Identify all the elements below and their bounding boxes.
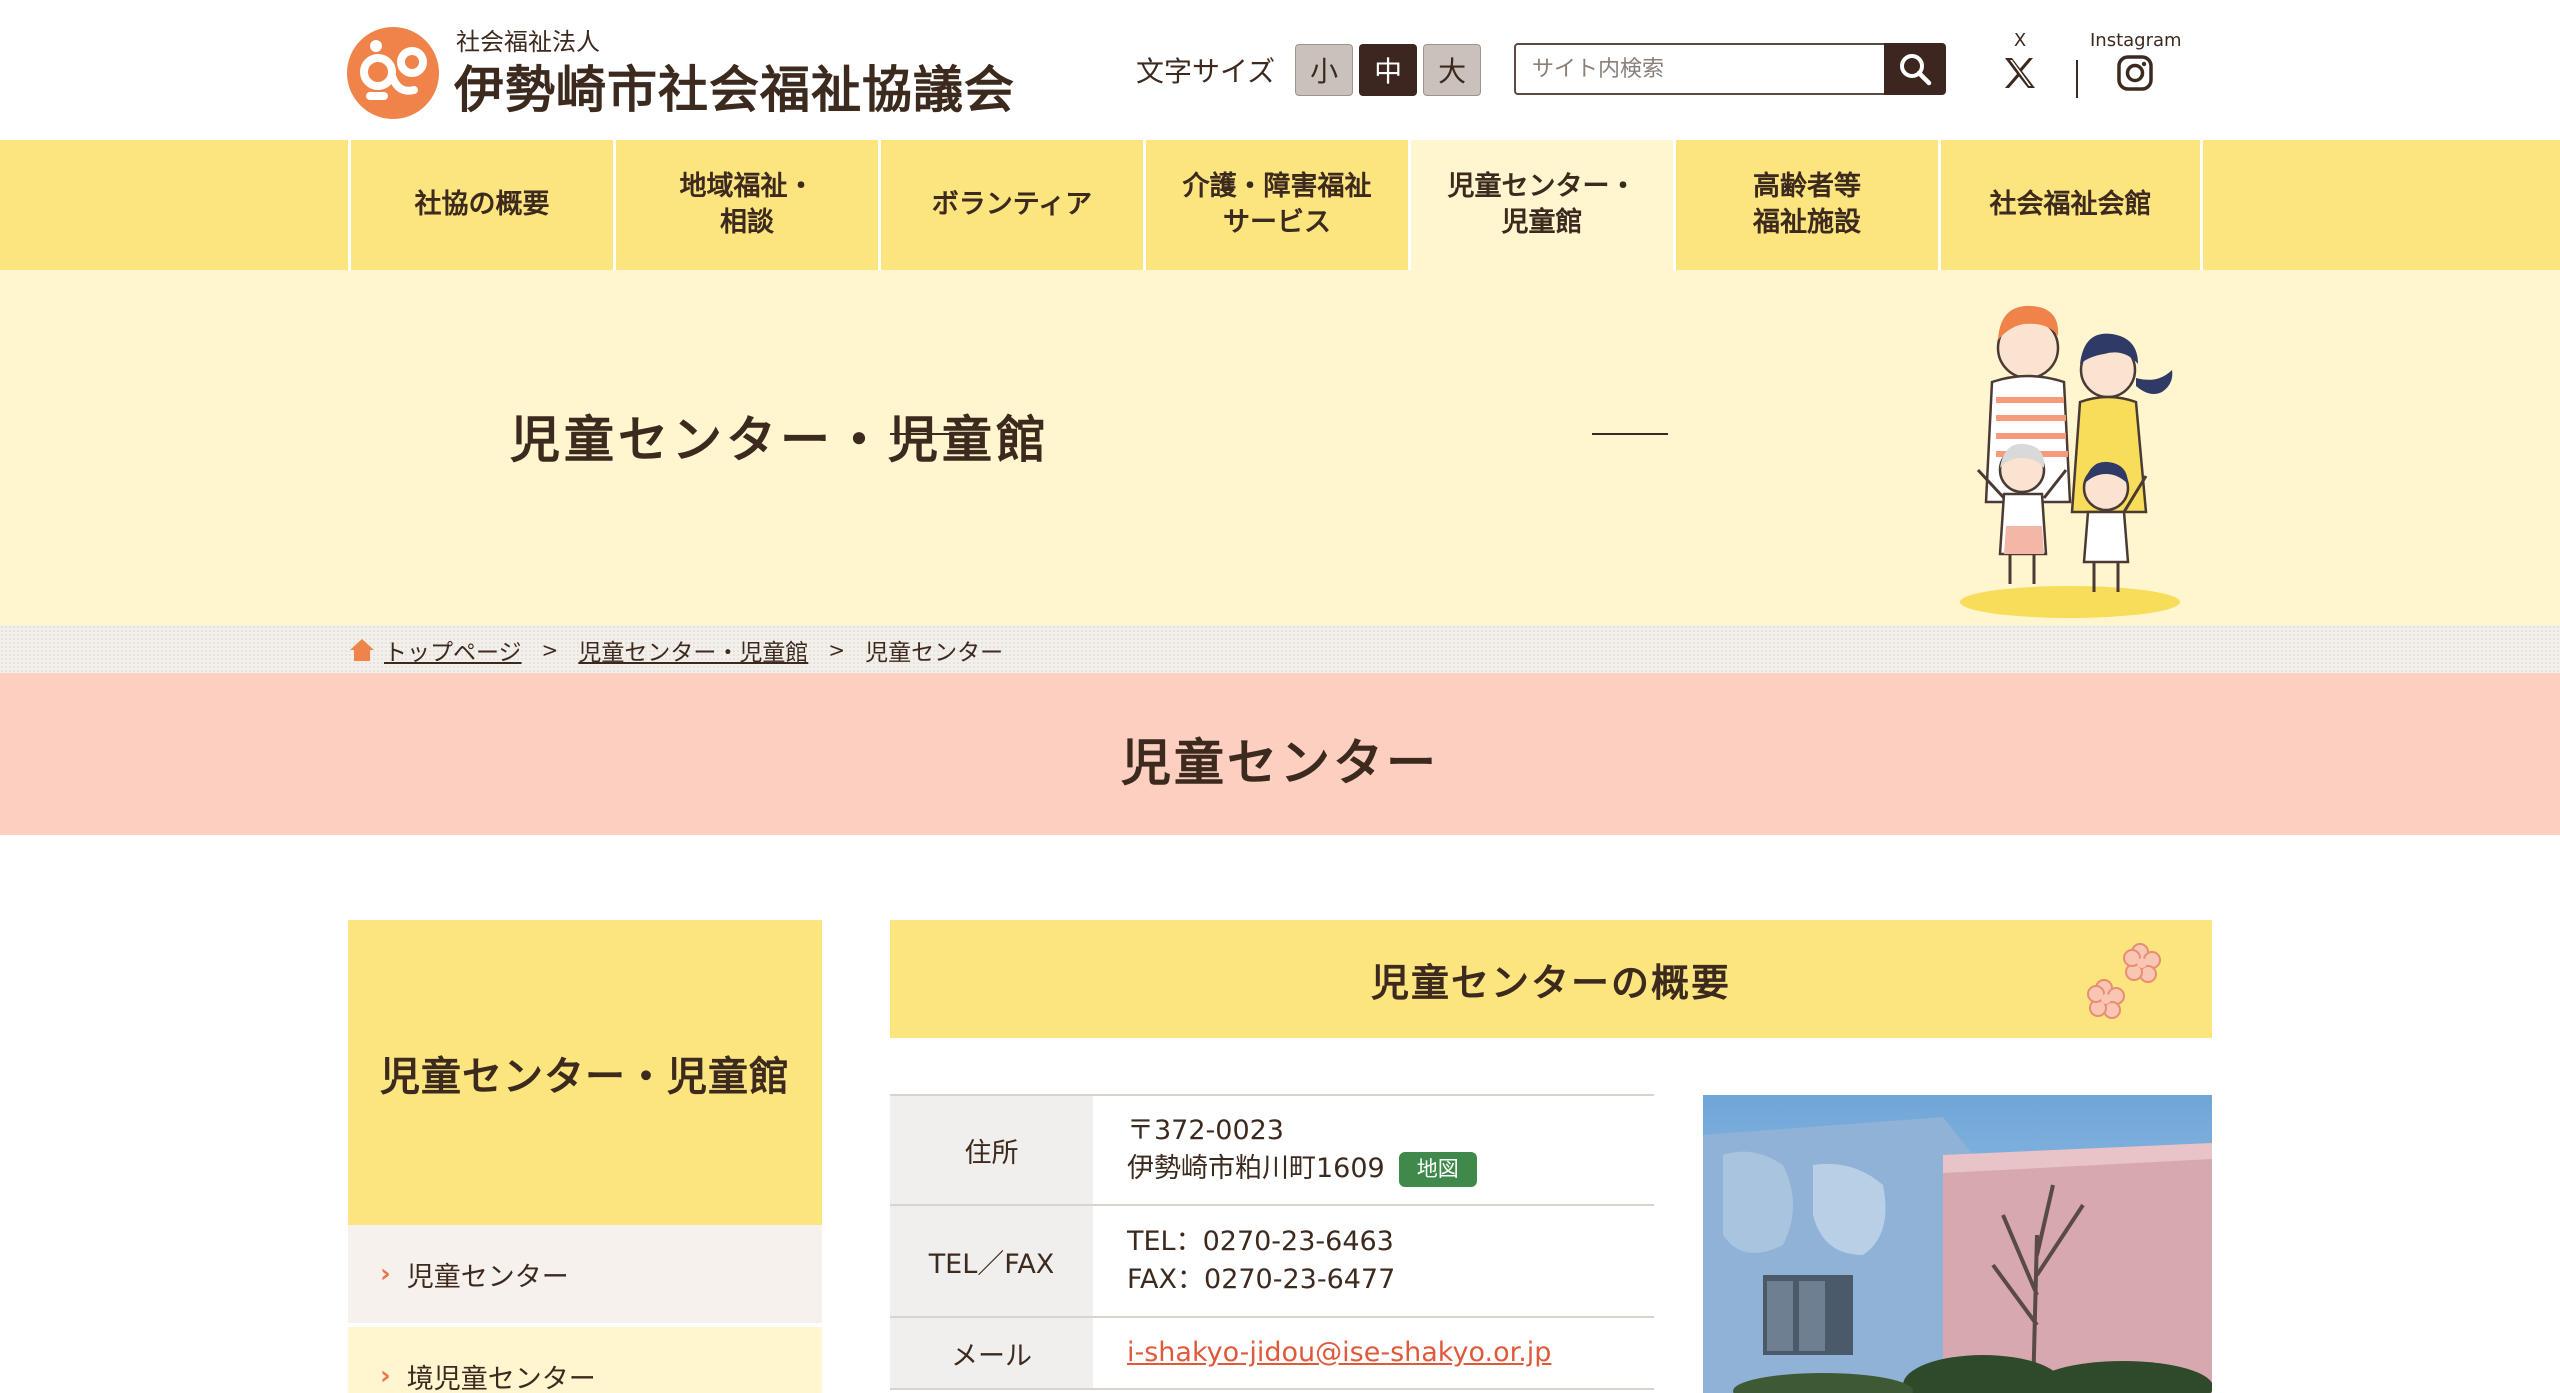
nav-item-elderly-facilities[interactable]: 高齢者等 福祉施設 (1673, 140, 1938, 270)
table-row: メール i-shakyo-jidou@ise-shakyo.or.jp (890, 1317, 1654, 1389)
address-text: 伊勢崎市粕川町1609 (1127, 1153, 1385, 1184)
nav-item-volunteer[interactable]: ボランティア (878, 140, 1143, 270)
search-button[interactable] (1884, 43, 1946, 95)
hero-title: 児童センター・児童館 (510, 411, 1050, 469)
flower-decoration-icon (2087, 943, 2161, 1019)
font-size-label: 文字サイズ (1136, 55, 1276, 88)
font-size-small-button[interactable]: 小 (1295, 44, 1354, 96)
instagram-link[interactable]: Instagram (2090, 30, 2182, 96)
breadcrumb-separator: > (541, 638, 559, 662)
nav-item-community-welfare[interactable]: 地域福祉・ 相談 (613, 140, 878, 270)
page-title: 児童センター (1121, 734, 1439, 792)
sns-divider (2076, 60, 2078, 98)
site-header: 社会福祉法人 伊勢崎市社会福祉協議会 文字サイズ 小 中 大 X Instagr… (0, 0, 2560, 140)
nav-item-about[interactable]: 社協の概要 (348, 140, 613, 270)
nav-item-care-services[interactable]: 介護・障害福祉 サービス (1143, 140, 1408, 270)
address-label: 住所 (890, 1095, 1093, 1205)
search-input[interactable] (1514, 43, 1885, 95)
font-size-switcher: 文字サイズ 小 中 大 (1136, 44, 1487, 96)
map-button[interactable]: 地図 (1398, 1151, 1477, 1188)
hero-banner: 児童センター・児童館 (0, 270, 2560, 625)
sidebar-item-label: 境児童センター (406, 1363, 596, 1393)
mail-link[interactable]: i-shakyo-jidou@ise-shakyo.or.jp (1127, 1337, 1551, 1368)
address-line: 伊勢崎市粕川町1609 地図 (1127, 1150, 1620, 1188)
instagram-label: Instagram (2090, 30, 2182, 51)
logo-mark-icon (347, 27, 439, 119)
org-name: 伊勢崎市社会福祉協議会 (454, 61, 1015, 119)
mail-cell: i-shakyo-jidou@ise-shakyo.or.jp (1093, 1317, 1654, 1389)
font-size-large-button[interactable]: 大 (1423, 44, 1482, 96)
search-icon (1900, 54, 1932, 86)
page-title-band: 児童センター (0, 673, 2560, 835)
breadcrumb-current: 児童センター (865, 640, 1004, 666)
telfax-cell: TEL：0270-23-6463 FAX：0270-23-6477 (1093, 1205, 1654, 1317)
section-heading: 児童センターの概要 (890, 920, 2212, 1038)
site-logo[interactable]: 社会福祉法人 伊勢崎市社会福祉協議会 (346, 22, 1026, 122)
sidebar-item-sakai-children-center[interactable]: › 境児童センター (348, 1327, 822, 1393)
sidebar-heading: 児童センター・児童館 (348, 920, 822, 1225)
nav-item-welfare-hall[interactable]: 社会福祉会館 (1938, 140, 2203, 270)
breadcrumb-home-link[interactable]: トップページ (384, 633, 522, 667)
font-size-medium-button[interactable]: 中 (1359, 44, 1418, 96)
sidebar-item-children-center[interactable]: › 児童センター (348, 1225, 822, 1323)
home-icon (350, 639, 374, 661)
fax-number: FAX：0270-23-6477 (1127, 1264, 1396, 1295)
site-search (1514, 43, 1946, 95)
instagram-icon (2117, 55, 2153, 91)
facility-info-table: 住所 〒372-0023 伊勢崎市粕川町1609 地図 TEL／FAX TEL：0… (890, 1094, 1654, 1390)
hero-title-line-right (1592, 433, 1668, 435)
chevron-right-icon: › (380, 1259, 391, 1289)
nav-item-children-center[interactable]: 児童センター・ 児童館 (1408, 140, 1673, 270)
breadcrumb: トップページ > 児童センター・児童館 > 児童センター (0, 625, 2560, 673)
mail-label: メール (890, 1317, 1093, 1389)
x-link[interactable]: X (1990, 30, 2050, 96)
chevron-right-icon: › (380, 1361, 391, 1391)
postal-code: 〒372-0023 (1127, 1114, 1284, 1146)
family-illustration (1960, 305, 2180, 618)
table-row: 住所 〒372-0023 伊勢崎市粕川町1609 地図 (890, 1095, 1654, 1205)
breadcrumb-section-link[interactable]: 児童センター・児童館 (578, 633, 808, 667)
sidebar: 児童センター・児童館 › 児童センター › 境児童センター (348, 920, 822, 1393)
table-row: TEL／FAX TEL：0270-23-6463 FAX：0270-23-647… (890, 1205, 1654, 1317)
x-icon (2005, 58, 2035, 88)
breadcrumb-separator: > (828, 638, 846, 662)
x-label: X (2013, 30, 2027, 51)
sns-links: X Instagram (1990, 30, 2190, 110)
sidebar-item-label: 児童センター (406, 1261, 569, 1293)
building-photo (1703, 1095, 2212, 1393)
telfax-label: TEL／FAX (890, 1205, 1093, 1317)
global-nav: 社協の概要 地域福祉・ 相談 ボランティア 介護・障害福祉 サービス 児童センタ… (0, 140, 2560, 270)
address-cell: 〒372-0023 伊勢崎市粕川町1609 地図 (1093, 1095, 1654, 1205)
tel-number: TEL：0270-23-6463 (1127, 1225, 1394, 1257)
section-heading-text: 児童センターの概要 (1370, 960, 1731, 1005)
